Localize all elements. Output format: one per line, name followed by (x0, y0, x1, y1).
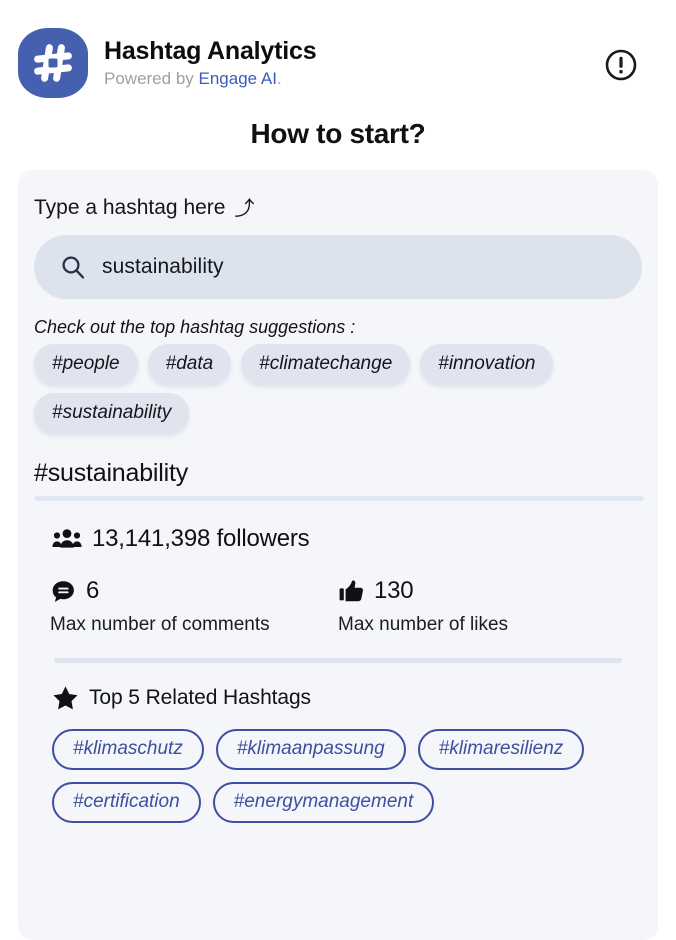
arrow-down-icon: ⤴ (234, 198, 255, 220)
stat-likes-caption: Max number of likes (338, 614, 509, 635)
suggestion-chip[interactable]: #people (34, 344, 138, 384)
suggestion-chip[interactable]: #sustainability (34, 393, 190, 433)
related-hashtag-chips: #klimaschutz #klimaanpassung #klimaresil… (18, 729, 658, 823)
result-hashtag-title: #sustainability (34, 459, 189, 487)
divider (54, 658, 622, 663)
search-icon (60, 254, 86, 280)
stat-likes-value: 130 (374, 577, 414, 604)
divider (34, 496, 644, 501)
related-hashtag-chip[interactable]: #certification (52, 781, 201, 823)
people-group-icon (52, 528, 82, 550)
related-hashtag-chip[interactable]: #klimaresilienz (417, 729, 585, 770)
main-panel: Type a hashtag here ⤴ sustainability Che… (18, 170, 658, 940)
stat-likes-head: 130 (338, 577, 626, 605)
suggestion-chip[interactable]: #climatechange (241, 344, 411, 384)
suggestion-chip[interactable]: #innovation (420, 344, 554, 384)
suggestion-chip[interactable]: #data (147, 344, 232, 384)
related-hashtag-chip[interactable]: #klimaschutz (52, 729, 204, 770)
app-title: Hashtag Analytics (104, 36, 317, 65)
search-input[interactable]: sustainability (34, 235, 642, 299)
powered-by-suffix: . (276, 68, 282, 88)
thumbs-up-icon (338, 578, 365, 605)
stat-comments-value: 6 (86, 577, 100, 604)
followers-stat: 13,141,398 followers (52, 525, 658, 553)
brand-block: Hashtag Analytics Powered by Engage AI. (104, 36, 317, 89)
suggestion-chips: #people #data #climatechange #innovation… (18, 344, 658, 433)
stat-comments: 6 Max number of comments (50, 577, 338, 636)
engage-ai-link[interactable]: Engage AI (199, 69, 277, 88)
stats-row: 6 Max number of comments 130 Max number … (18, 577, 658, 636)
search-field-label: Type a hashtag here ⤴ (18, 196, 658, 220)
exclamation-circle-icon[interactable] (604, 48, 638, 82)
related-hashtag-chip[interactable]: #klimaanpassung (215, 729, 406, 770)
app-header: Hashtag Analytics Powered by Engage AI. (0, 0, 676, 108)
followers-count-text: 13,141,398 followers (92, 525, 310, 552)
search-input-value[interactable]: sustainability (102, 255, 224, 279)
stat-comments-caption: Max number of comments (50, 614, 270, 635)
stat-likes: 130 Max number of likes (338, 577, 626, 636)
search-label-text: Type a hashtag here (34, 196, 226, 219)
suggestions-label: Check out the top hashtag suggestions : (34, 317, 356, 337)
powered-by-prefix: Powered by (104, 68, 199, 88)
related-hashtag-chip[interactable]: #energymanagement (212, 781, 435, 823)
page-title: How to start? (250, 118, 426, 149)
hashtag-analytics-app: Hashtag Analytics Powered by Engage AI. … (0, 0, 676, 940)
related-hashtags-header: Top 5 Related Hashtags (52, 685, 658, 711)
related-hashtags-title: Top 5 Related Hashtags (89, 686, 311, 709)
powered-by-line: Powered by Engage AI. (104, 69, 316, 89)
hashtag-logo-icon (18, 28, 88, 98)
star-icon (52, 685, 79, 711)
comment-bubble-icon (50, 578, 77, 605)
stat-comments-head: 6 (50, 577, 338, 605)
